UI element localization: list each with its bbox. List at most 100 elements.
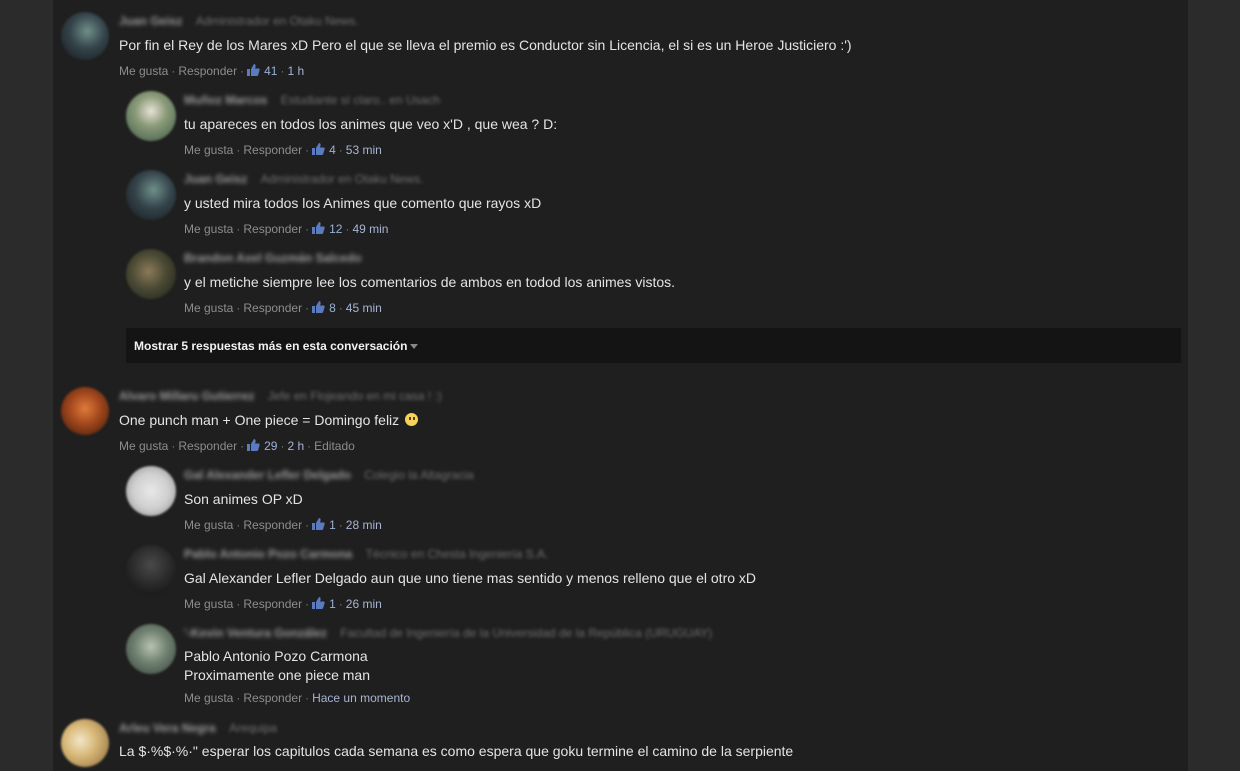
like-link[interactable]: Me gusta	[184, 222, 233, 236]
show-more-replies-label: Mostrar 5 respuestas más en esta convers…	[134, 339, 408, 353]
comment-actions: Me gusta · Responder · Hace un momento	[184, 691, 411, 705]
comment-author[interactable]: Juan Geisz	[119, 14, 182, 28]
comment-author[interactable]: Muñoz Marcos	[184, 93, 267, 107]
avatar[interactable]	[61, 12, 109, 60]
thumbs-up-icon	[247, 64, 260, 76]
comment-text: One punch man + One piece = Domingo feli…	[119, 411, 419, 430]
comment-time[interactable]: 2 h	[287, 439, 304, 453]
comment-actions: Me gusta · Responder · 29 · 2 h · Editado	[119, 439, 355, 453]
comment-author[interactable]: Juan Geisz	[184, 172, 247, 186]
like-link[interactable]: Me gusta	[184, 301, 233, 315]
thumbs-up-icon	[312, 597, 325, 609]
reply-link[interactable]: Responder	[178, 439, 237, 453]
comment-time[interactable]: 45 min	[346, 301, 382, 315]
like-count[interactable]: 41	[247, 64, 277, 78]
comment-author[interactable]: '-Kevin Ventura González	[184, 626, 327, 640]
like-count[interactable]: 1	[312, 518, 336, 532]
comments-panel: Juan Geisz Administrador en Otaku News. …	[53, 0, 1188, 771]
avatar[interactable]	[61, 387, 109, 435]
like-count[interactable]: 1	[312, 597, 336, 611]
comment-author[interactable]: Pablo Antonio Pozo Carmona	[184, 547, 352, 561]
reply-item: Brandon Axel Guzmán Salcedo y el metiche…	[126, 249, 1176, 319]
like-count[interactable]: 8	[312, 301, 336, 315]
reply-item: Pablo Antonio Pozo Carmona Técnico en Ch…	[126, 545, 1176, 615]
author-subtitle: Administrador en Otaku News.	[195, 14, 359, 28]
like-link[interactable]: Me gusta	[119, 439, 168, 453]
like-count[interactable]: 29	[247, 439, 277, 453]
comment-item: Alvaro Millaru Gutierrez Jefe en Flojean…	[61, 387, 1161, 457]
reply-item: Muñoz Marcos Estudiante sí claro.. en Us…	[126, 91, 1176, 161]
like-count[interactable]: 4	[312, 143, 336, 157]
comment-actions: Me gusta · Responder · 12 · 49 min	[184, 222, 389, 236]
reply-link[interactable]: Responder	[243, 518, 302, 532]
comment-time[interactable]: Hace un momento	[312, 691, 410, 705]
author-subtitle: Estudiante sí claro.. en Usach	[280, 93, 441, 107]
thumbs-up-icon	[312, 143, 325, 155]
like-link[interactable]: Me gusta	[184, 597, 233, 611]
comment-author[interactable]: Gal Alexander Lefler Delgado	[184, 468, 351, 482]
caret-down-icon	[410, 344, 419, 349]
comment-text: tu apareces en todos los animes que veo …	[184, 116, 558, 132]
comment-text: Por fin el Rey de los Mares xD Pero el q…	[119, 37, 852, 53]
comment-item: Juan Geisz Administrador en Otaku News. …	[61, 12, 1161, 82]
avatar[interactable]	[126, 624, 176, 674]
avatar[interactable]	[126, 466, 176, 516]
page-margin-left	[0, 0, 53, 771]
comment-author[interactable]: Alvaro Millaru Gutierrez	[119, 389, 254, 403]
comment-text: y el metiche siempre lee los comentarios…	[184, 274, 676, 290]
author-subtitle: Técnico en Chesta Ingeniería S.A.	[365, 547, 549, 561]
edited-label[interactable]: Editado	[314, 439, 355, 453]
reply-link[interactable]: Responder	[243, 143, 302, 157]
comment-actions: Me gusta · Responder · 1 · 28 min	[184, 518, 382, 532]
comment-item: Arleu Vera Negra Arequipa La $·%$·%·" es…	[61, 719, 1161, 771]
like-link[interactable]: Me gusta	[184, 518, 233, 532]
comment-actions: Me gusta · Responder · 8 · 45 min	[184, 301, 382, 315]
smiley-emoji-icon	[405, 413, 419, 426]
comment-text: La $·%$·%·" esperar los capitulos cada s…	[119, 743, 794, 759]
comment-text: Pablo Antonio Pozo Carmona Proximamente …	[184, 647, 370, 685]
comment-actions: Me gusta · Responder · 1 · 26 min	[184, 597, 382, 611]
reply-item: '-Kevin Ventura González Facultad de Ing…	[126, 624, 1176, 709]
author-subtitle: Colegio la Altagracia	[364, 468, 474, 482]
comment-text-line: Proximamente one piece man	[184, 667, 370, 683]
avatar[interactable]	[61, 719, 109, 767]
comment-time[interactable]: 53 min	[346, 143, 382, 157]
like-link[interactable]: Me gusta	[184, 691, 233, 705]
author-subtitle: Jefe en Flojeando en mi casa ! :)	[267, 389, 442, 403]
comment-author[interactable]: Arleu Vera Negra	[119, 721, 216, 735]
thumbs-up-icon	[312, 301, 325, 313]
comment-time[interactable]: 26 min	[346, 597, 382, 611]
comment-text: Son animes OP xD	[184, 491, 303, 507]
author-subtitle: Arequipa	[229, 721, 278, 735]
comment-time[interactable]: 28 min	[346, 518, 382, 532]
reply-link[interactable]: Responder	[243, 222, 302, 236]
comment-time[interactable]: 1 h	[287, 64, 304, 78]
like-count[interactable]: 12	[312, 222, 342, 236]
author-subtitle: Administrador en Otaku News.	[260, 172, 424, 186]
reply-item: Gal Alexander Lefler Delgado Colegio la …	[126, 466, 1176, 536]
avatar[interactable]	[126, 170, 176, 220]
like-link[interactable]: Me gusta	[184, 143, 233, 157]
avatar[interactable]	[126, 91, 176, 141]
avatar[interactable]	[126, 545, 176, 595]
mentioned-user-link[interactable]: Pablo Antonio Pozo Carmona	[184, 647, 370, 666]
thumbs-up-icon	[312, 222, 325, 234]
comment-author[interactable]: Brandon Axel Guzmán Salcedo	[184, 251, 362, 265]
comment-time[interactable]: 49 min	[352, 222, 388, 236]
like-link[interactable]: Me gusta	[119, 64, 168, 78]
comment-text: Gal Alexander Lefler Delgado aun que uno…	[184, 570, 757, 586]
reply-link[interactable]: Responder	[243, 301, 302, 315]
thumbs-up-icon	[312, 518, 325, 530]
avatar[interactable]	[126, 249, 176, 299]
comment-text: y usted mira todos los Animes que coment…	[184, 195, 542, 211]
reply-link[interactable]: Responder	[178, 64, 237, 78]
author-subtitle: Facultad de Ingeniería de la Universidad…	[340, 626, 713, 640]
thumbs-up-icon	[247, 439, 260, 451]
reply-link[interactable]: Responder	[243, 691, 302, 705]
comment-actions: Me gusta · Responder · 4 · 53 min	[184, 143, 382, 157]
comment-actions: Me gusta · Responder · 41 · 1 h	[119, 64, 305, 78]
reply-link[interactable]: Responder	[243, 597, 302, 611]
page-margin-right	[1188, 0, 1240, 771]
show-more-replies-button[interactable]: Mostrar 5 respuestas más en esta convers…	[126, 328, 1181, 363]
reply-item: Juan Geisz Administrador en Otaku News. …	[126, 170, 1176, 240]
